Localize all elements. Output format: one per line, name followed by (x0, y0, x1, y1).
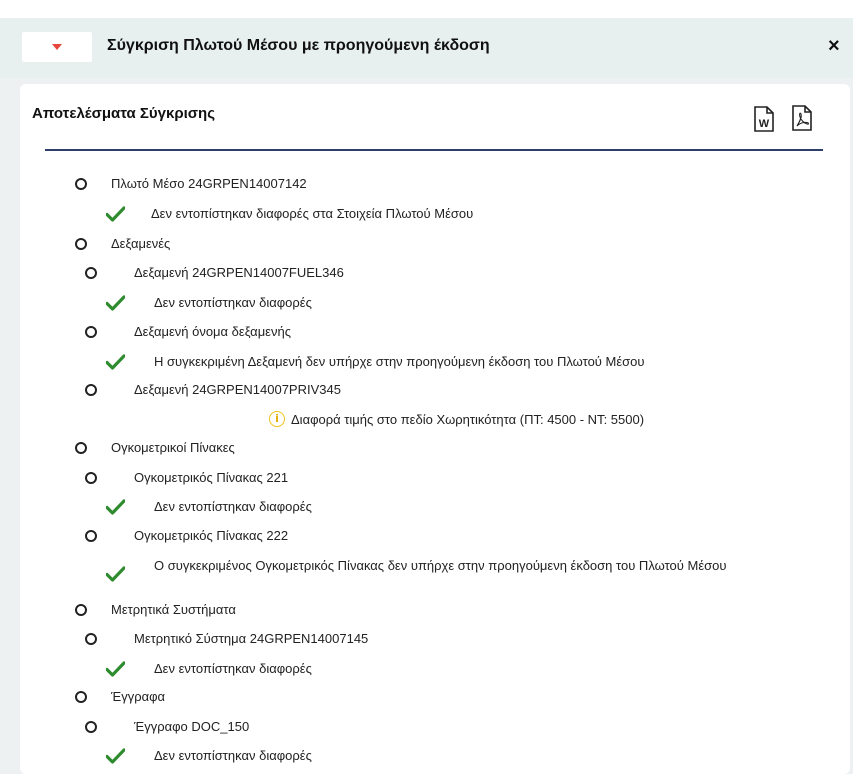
export-pdf-button[interactable] (791, 105, 813, 131)
tree-node-label[interactable]: Έγγραφα (111, 689, 165, 705)
tree-node-label[interactable]: Δεξαμενή 24GRPEN14007PRIV345 (134, 382, 341, 398)
radio-button[interactable] (85, 633, 97, 645)
tree-node: Μετρητικά Συστήματα (20, 602, 840, 620)
result-ok-row: Ο συγκεκριμένος Ογκομετρικός Πίνακας δεν… (20, 558, 840, 590)
radio-button[interactable] (85, 326, 97, 338)
check-icon (106, 295, 125, 311)
tree-node-label[interactable]: Δεξαμενή 24GRPEN14007FUEL346 (134, 265, 344, 281)
tree-node-label[interactable]: Ογκομετρικός Πίνακας 222 (134, 528, 288, 544)
tree-node: Έγγραφο DOC_150 (20, 719, 840, 737)
result-text: Δεν εντοπίστηκαν διαφορές (154, 295, 312, 310)
results-title: Αποτελέσματα Σύγκρισης (32, 105, 216, 122)
result-text: Δεν εντοπίστηκαν διαφορές (154, 661, 312, 676)
tree-node: Δεξαμενή 24GRPEN14007FUEL346 (20, 265, 840, 283)
result-text: Δεν εντοπίστηκαν διαφορές στα Στοιχεία Π… (151, 206, 474, 221)
radio-button[interactable] (75, 691, 87, 703)
result-ok-row: Δεν εντοπίστηκαν διαφορές (20, 748, 840, 766)
tree-node: Ογκομετρικός Πίνακας 221 (20, 470, 840, 488)
check-icon (106, 206, 125, 222)
results-divider (45, 149, 823, 151)
check-icon (106, 499, 125, 515)
svg-text:W: W (759, 118, 770, 130)
check-icon (106, 748, 125, 764)
tree-node-label[interactable]: Ογκομετρικοί Πίνακες (111, 440, 235, 456)
radio-button[interactable] (85, 721, 97, 733)
word-file-icon: W (754, 106, 774, 132)
info-icon: i (269, 411, 285, 427)
tree-node-label[interactable]: Μετρητικά Συστήματα (111, 602, 236, 618)
result-diff-row: i Διαφορά τιμής στο πεδίο Χωρητικότητα (Π… (20, 411, 840, 430)
export-word-button[interactable]: W (753, 106, 775, 132)
tree-node-label[interactable]: Έγγραφο DOC_150 (134, 719, 249, 735)
dialog-title: Σύγκριση Πλωτού Μέσου με προηγούμενη έκδ… (107, 37, 490, 54)
pdf-file-icon (792, 105, 812, 131)
tree-node: Ογκομετρικός Πίνακας 222 (20, 528, 840, 546)
tree-node-label[interactable]: Ογκομετρικός Πίνακας 221 (134, 470, 288, 486)
diff-text: Διαφορά τιμής στο πεδίο Χωρητικότητα (ΠΤ… (291, 412, 645, 427)
check-icon (106, 354, 125, 370)
result-text: Δεν εντοπίστηκαν διαφορές (154, 499, 312, 514)
result-text: Δεν εντοπίστηκαν διαφορές (154, 748, 312, 763)
result-ok-row: Δεν εντοπίστηκαν διαφορές (20, 295, 840, 313)
radio-button[interactable] (85, 267, 97, 279)
radio-button[interactable] (75, 178, 87, 190)
result-ok-row: Η συγκεκριμένη Δεξαμενή δεν υπήρχε στην … (20, 354, 840, 372)
tree-node: Δεξαμενή 24GRPEN14007PRIV345 (20, 382, 840, 400)
radio-button[interactable] (85, 530, 97, 542)
tree-node-label[interactable]: Μετρητικό Σύστημα 24GRPEN14007145 (134, 631, 368, 647)
tree-node: Δεξαμενή όνομα δεξαμενής (20, 324, 840, 342)
result-ok-row: Δεν εντοπίστηκαν διαφορές (20, 499, 840, 517)
tree-node-label[interactable]: Πλωτό Μέσο 24GRPEN14007142 (111, 176, 307, 192)
tree-node: Ογκομετρικοί Πίνακες (20, 440, 840, 458)
check-icon (106, 661, 125, 677)
result-ok-row: Δεν εντοπίστηκαν διαφορές στα Στοιχεία Π… (20, 206, 840, 224)
tree-node: Έγγραφα (20, 689, 840, 707)
tree-node-label[interactable]: Δεξαμενές (111, 236, 170, 252)
radio-button[interactable] (85, 472, 97, 484)
tree-node-label[interactable]: Δεξαμενή όνομα δεξαμενής (134, 324, 291, 340)
result-ok-row: Δεν εντοπίστηκαν διαφορές (20, 661, 840, 679)
caret-down-icon (52, 44, 62, 50)
tree-node: Μετρητικό Σύστημα 24GRPEN14007145 (20, 631, 840, 649)
results-card: Αποτελέσματα Σύγκρισης W Πλωτό Μέσο 24GR… (20, 84, 850, 774)
tree-node: Δεξαμενές (20, 236, 840, 254)
radio-button[interactable] (75, 442, 87, 454)
radio-button[interactable] (75, 604, 87, 616)
close-button[interactable]: × (828, 36, 840, 56)
result-text: Ο συγκεκριμένος Ογκομετρικός Πίνακας δεν… (154, 558, 727, 573)
top-bar (0, 0, 853, 18)
radio-button[interactable] (75, 238, 87, 250)
check-icon (106, 566, 125, 582)
result-text: Η συγκεκριμένη Δεξαμενή δεν υπήρχε στην … (154, 354, 645, 369)
tree-node: Πλωτό Μέσο 24GRPEN14007142 (20, 176, 840, 194)
dialog-header: Σύγκριση Πλωτού Μέσου με προηγούμενη έκδ… (0, 18, 853, 78)
radio-button[interactable] (85, 384, 97, 396)
collapse-button[interactable] (22, 32, 92, 62)
